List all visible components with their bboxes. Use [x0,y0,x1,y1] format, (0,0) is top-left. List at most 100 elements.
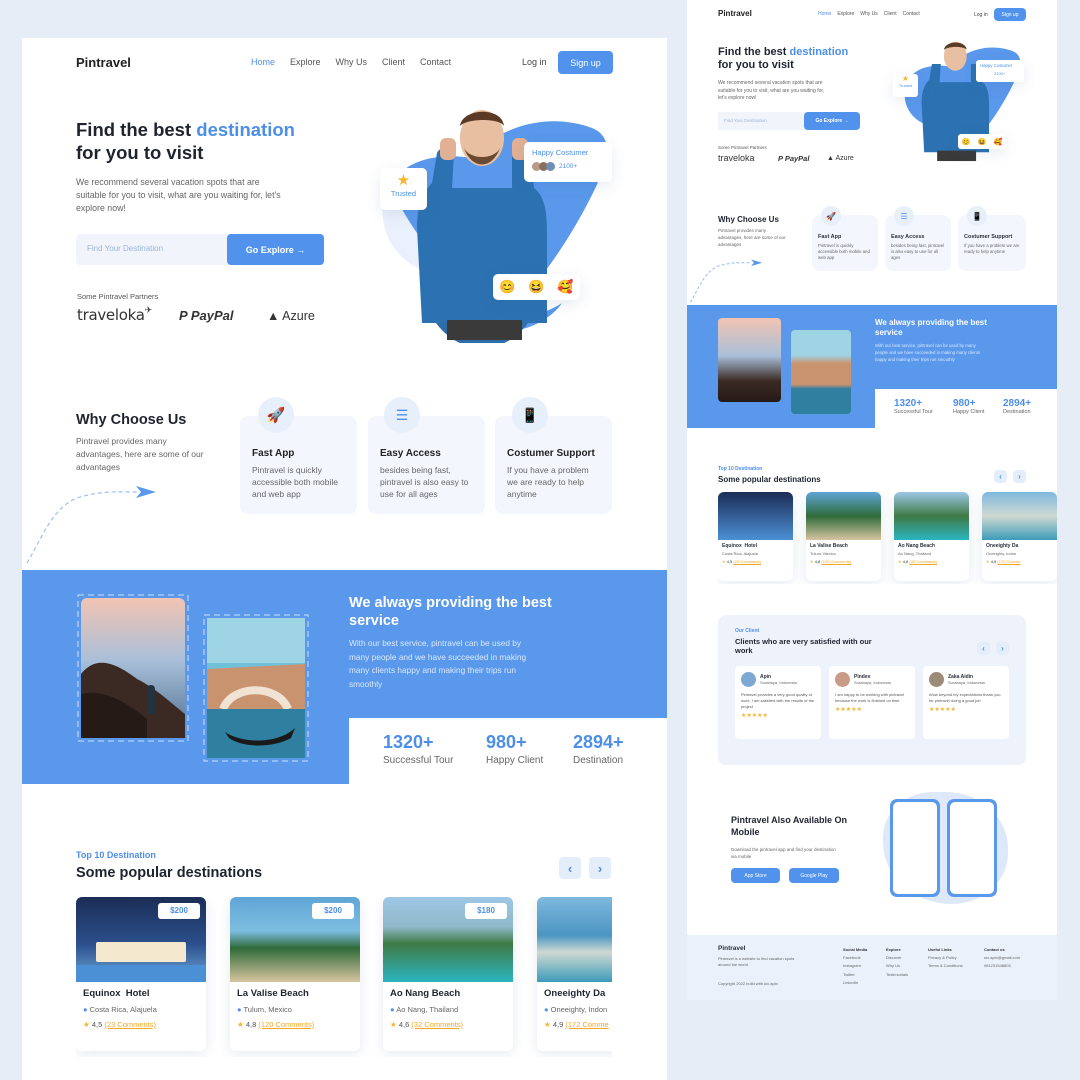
destination-card[interactable]: Oneeighty Da Oneeighty, Indon ★ 4,9 (172 C… [982,492,1057,581]
clients-next-button[interactable]: › [996,642,1009,655]
destination-card[interactable]: Oneeighty Da ● Oneeighty, Indon ★ 4,9 (1… [537,897,612,1051]
destination-carousel: Equinox Hotel Costa Rica, Alajuela ★ 4,5 (… [718,492,1057,584]
client-location: Surabaya, Indonesia [948,680,985,685]
love-emoji-icon: 🥰 [557,279,574,294]
app-store-button[interactable]: App Store [731,868,780,883]
location-pin-icon: ● [544,1005,549,1014]
checklist-icon: ☰ [894,206,914,226]
next-arrow-button[interactable]: › [1013,470,1026,483]
destination-card[interactable]: Ao Nang Beach Ao Nang, Thailand ★ 4,6 (32 … [894,492,969,581]
nav-home[interactable]: Home [251,57,275,67]
comments-link[interactable]: (23 Comments) [104,1020,156,1029]
feature-card-customer-support[interactable]: Costumer Support If you have a problem w… [495,416,612,514]
checklist-icon: ☰ [384,397,420,433]
login-link[interactable]: Log in [974,12,988,18]
feature-card-fast-app[interactable]: Fast App Pintravel is quickly accessible… [240,416,357,514]
feature-description: Pintravel is quickly accessible both mob… [818,243,870,261]
search-input[interactable]: Find Your Destination [87,244,163,253]
brand-logo[interactable]: Pintravel [718,9,752,18]
destination-card[interactable]: $200 La Valise Beach ● Tulum, Mexico ★ 4… [230,897,360,1051]
feature-card-customer-support[interactable]: Costumer Support If you have a problem w… [958,215,1026,271]
footer-link-privacy[interactable]: Privacy & Policy [928,954,963,962]
go-explore-button[interactable]: Go Explore → [227,234,324,265]
testimonial-card: Apin Surabaya, Indonesia Pintravel provid… [735,666,821,739]
laugh-emoji-icon: 😆 [528,279,545,294]
footer-link-facebook[interactable]: Facebook [843,954,867,962]
star-icon: ★ [898,559,902,564]
why-description: Pintravel provides many advantages, here… [76,436,204,472]
signup-button[interactable]: Sign up [558,51,613,74]
nav-client[interactable]: Client [382,57,405,67]
search-bar: Find Your Destination Go Explore → [718,112,860,130]
clients-prev-button[interactable]: ‹ [977,642,990,655]
destination-card[interactable]: Equinox Hotel Costa Rica, Alajuela ★ 4,5 (… [718,492,793,581]
footer-link-terms[interactable]: Terms & Conditions [928,962,963,970]
comments-link[interactable]: (172 Comme [565,1020,608,1029]
google-play-button[interactable]: Google Play [789,868,839,883]
footer-link-why-us[interactable]: Why Us [886,962,908,970]
nav-client[interactable]: Client [884,11,897,17]
comments-link[interactable]: (32 Comments) [909,559,937,564]
feature-card-easy-access[interactable]: Easy Access besides being fast, pintrave… [368,416,485,514]
go-explore-label: Go Explore [815,118,843,124]
mobile-title: Pintravel Also Available On Mobile [731,815,848,837]
star-icon: ★ [810,559,814,564]
footer-link-twitter[interactable]: Twitter [843,971,867,979]
price-badge: $200 [158,903,200,919]
nav-explore[interactable]: Explore [290,57,321,67]
feature-description: If you have a problem we are ready to he… [964,243,1020,255]
brand-logo[interactable]: Pintravel [76,55,131,70]
destination-card[interactable]: La Valise Beach Tulum, Mexico ★ 4,8 (120 C… [806,492,881,581]
comments-link[interactable]: (120 Comments) [258,1020,314,1029]
footer-link-linkedin[interactable]: LinkedIn [843,979,867,987]
stat-number: 980+ [953,398,976,409]
service-description: With our best service, pintravel can be … [349,638,527,690]
arrow-right-icon: → [843,118,849,124]
footer-link-discover[interactable]: Discover [886,954,908,962]
rating-value: 4,5 [726,559,733,564]
destination-card[interactable]: $200 Equinox Hotel ● Costa Rica, Alajuel… [76,897,206,1051]
destination-card[interactable]: $180 Ao Nang Beach ● Ao Nang, Thailand ★… [383,897,513,1051]
destination-name: Ao Nang Beach [898,543,935,549]
feature-card-easy-access[interactable]: Easy Access besides being fast, pintrave… [885,215,951,271]
rating-value: 4,9 [552,1020,564,1029]
happy-customer-card: Happy Costumer 2100+ [976,60,1024,82]
destination-location: Costa Rica, Alajuela [89,1005,157,1014]
popular-tag: Top 10 Destination [718,466,763,472]
feature-title: Easy Access [891,234,925,240]
comments-link[interactable]: (120 Comments) [821,559,851,564]
comments-link[interactable]: (172 Comme [997,559,1020,564]
partner-paypal: P PayPal [179,308,234,323]
nav-contact[interactable]: Contact [903,11,920,17]
signup-button[interactable]: Sign up [994,8,1026,21]
clients-tag: Our Client [735,628,760,634]
comments-link[interactable]: (23 Comments) [733,559,761,564]
footer-email[interactable]: uix.apin@gmail.com [984,954,1020,962]
service-description: With our best service, pintravel can be … [875,343,981,362]
feature-description: besides being fast, pintravel is also ea… [891,243,945,261]
nav-contact[interactable]: Contact [420,57,451,67]
avatar [929,672,944,687]
nav-explore[interactable]: Explore [837,11,854,17]
go-explore-button[interactable]: Go Explore → [804,112,860,130]
comments-link[interactable]: (32 Comments) [411,1020,463,1029]
photo-cliff-explorer [718,318,781,402]
nav-why-us[interactable]: Why Us [860,11,878,17]
search-input[interactable]: Find Your Destination [724,118,767,123]
stat-destinations: 2894+ Destination [1003,398,1031,415]
destination-location: Tulum, Mexico [243,1005,292,1014]
why-description: Pintravel provides many advantages, here… [718,228,786,247]
feature-description: If you have a problem we are ready to he… [507,465,589,499]
footer-phone[interactable]: 081231548805 [984,962,1020,970]
login-link[interactable]: Log in [522,57,547,67]
destination-name: Oneeighty Da [986,543,1019,549]
footer-link-testimonials[interactable]: Testimonials [886,971,908,979]
nav-home[interactable]: Home [818,11,831,17]
nav-why-us[interactable]: Why Us [336,57,368,67]
feature-card-fast-app[interactable]: Fast App Pintravel is quickly accessible… [812,215,878,271]
next-arrow-button[interactable]: › [589,857,611,879]
footer-link-instagram[interactable]: Instagram [843,962,867,970]
prev-arrow-button[interactable]: ‹ [559,857,581,879]
prev-arrow-button[interactable]: ‹ [994,470,1007,483]
stat-destinations: 2894+ Destination [573,732,624,766]
